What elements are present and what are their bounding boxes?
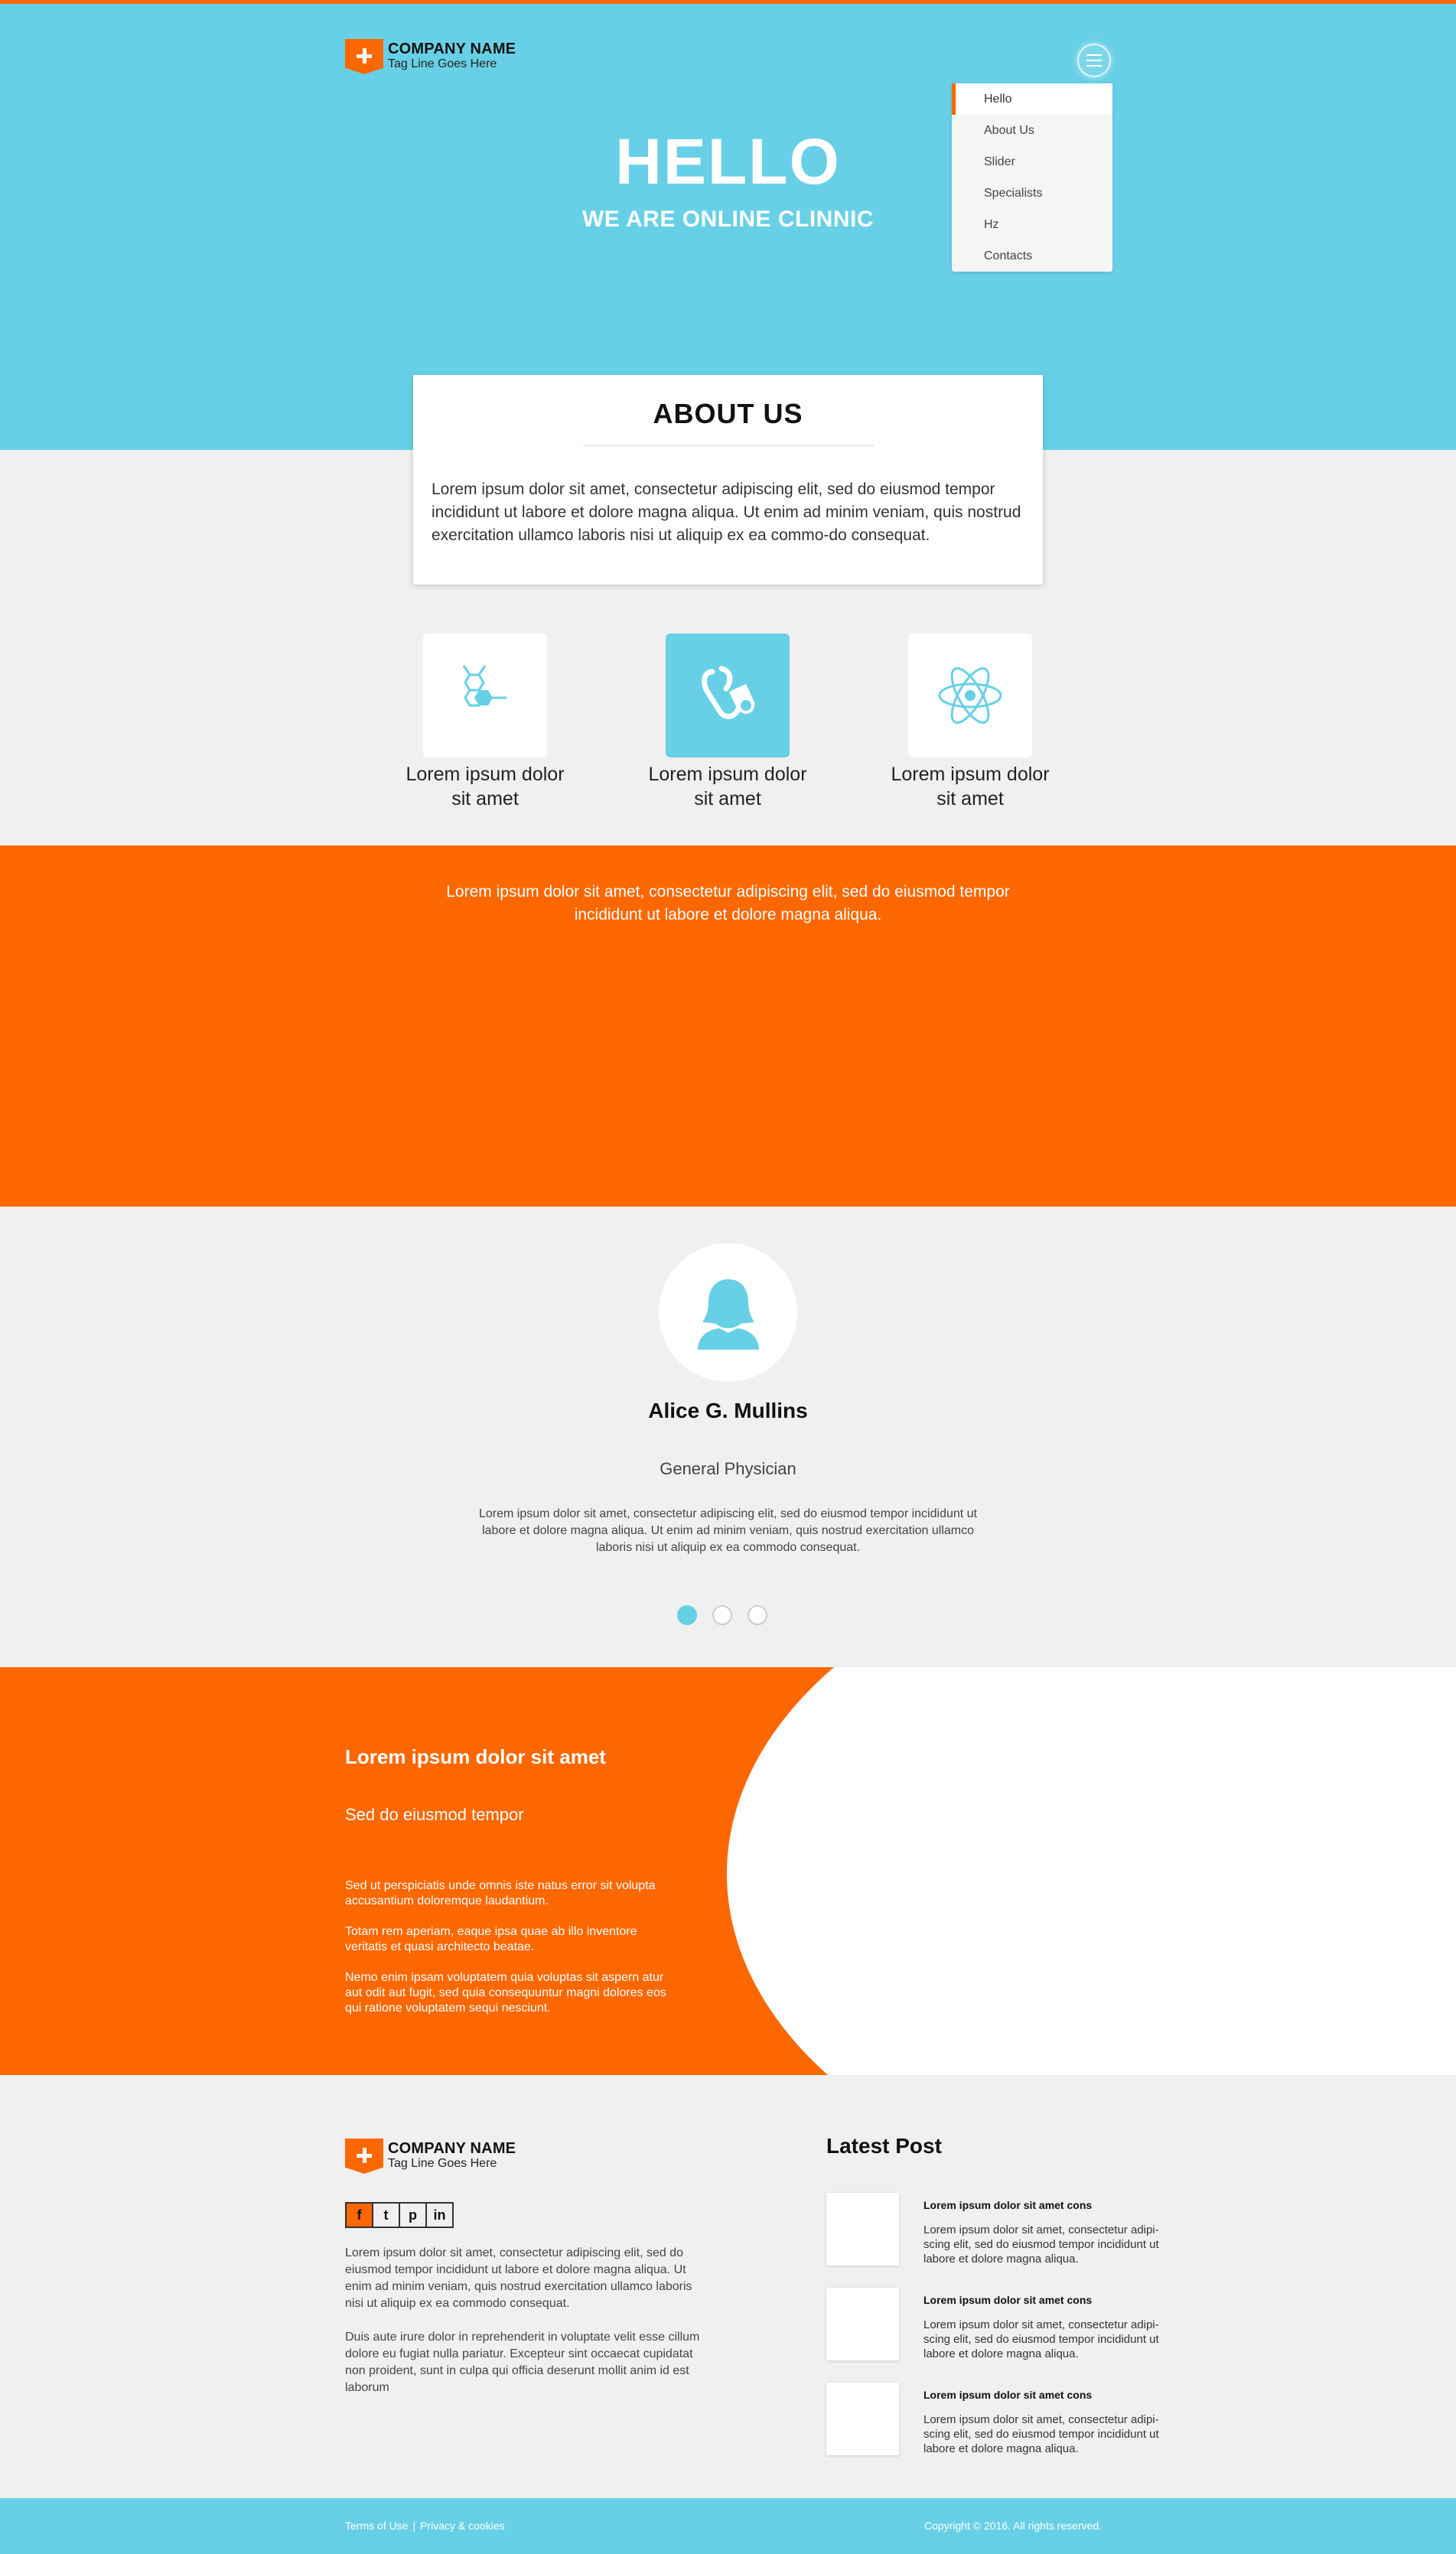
split-paragraph: Sed ut perspiciatis unde omnis iste natu… (345, 1879, 656, 1907)
hamburger-icon-bar (1086, 60, 1102, 61)
hamburger-icon-bar (1086, 65, 1102, 67)
medical-cross-icon (345, 2139, 383, 2174)
link-separator: | (412, 2520, 416, 2532)
feature-item[interactable]: Lorem ipsum dolor sit amet (882, 634, 1058, 811)
footer-logo[interactable]: COMPANY NAME Tag Line Goes Here (345, 2139, 516, 2174)
feature-label: Lorem ipsum dolor sit amet (648, 764, 807, 810)
specialist-name: Alice G. Mullins (648, 1399, 808, 1422)
slider-dot[interactable] (748, 1605, 767, 1625)
about-us-card: ABOUT US Lorem ipsum dolor sit amet, con… (413, 375, 1043, 585)
latest-post-item[interactable]: Lorem ipsum dolor sit amet cons Lorem ip… (826, 2288, 1163, 2360)
post-excerpt: Lorem ipsum dolor sit amet, consectetur … (923, 2318, 1159, 2360)
split-subtitle: Sed do eiusmod tempor (345, 1805, 524, 1824)
medical-cross-icon (345, 39, 383, 74)
avatar (659, 1243, 797, 1382)
feature-label: Lorem ipsum dolor sit amet (891, 764, 1050, 810)
stethoscope-icon (666, 634, 790, 757)
about-us-text: Lorem ipsum dolor sit amet, consectetur … (432, 481, 1021, 544)
specialist-bio: Lorem ipsum dolor sit amet, consectetur … (479, 1507, 977, 1554)
twitter-icon[interactable]: t (372, 2202, 400, 2228)
footer-paragraph: Duis aute irure dolor in reprehenderit i… (345, 2331, 700, 2394)
social-links: f t p in (345, 2202, 454, 2228)
logo-text: COMPANY NAME Tag Line Goes Here (388, 39, 516, 71)
latest-post-item[interactable]: Lorem ipsum dolor sit amet cons Lorem ip… (826, 2193, 1163, 2266)
post-thumbnail[interactable] (826, 2193, 899, 2266)
slider-dot[interactable] (677, 1605, 697, 1625)
split-paragraph: Totam rem aperiam, eaque ipsa quae ab il… (345, 1925, 637, 1953)
post-title[interactable]: Lorem ipsum dolor sit amet cons (923, 2389, 1092, 2401)
company-tagline: Tag Line Goes Here (388, 2157, 497, 2170)
latest-post-item[interactable]: Lorem ipsum dolor sit amet cons Lorem ip… (826, 2383, 1163, 2455)
legal-links: Terms of Use | Privacy & cookies (345, 2520, 505, 2532)
hero-subtitle: WE ARE ONLINE CLINNIC (581, 207, 875, 232)
copyright-text: Copyright © 2016. All rights reserved. (924, 2520, 1103, 2532)
feature-item[interactable]: Lorem ipsum dolor sit amet (640, 634, 816, 811)
split-paragraph: Nemo enim ipsam voluptatem quia voluptas… (345, 1971, 666, 2015)
footer-paragraph: Lorem ipsum dolor sit amet, consectetur … (345, 2246, 692, 2310)
split-section: Lorem ipsum dolor sit amet Sed do eiusmo… (0, 1667, 1456, 2075)
bottom-bar: Terms of Use | Privacy & cookies Copyright… (0, 2498, 1456, 2554)
orange-band: Lorem ipsum dolor sit amet, consectetur … (0, 845, 1456, 1207)
slider-dot[interactable] (712, 1605, 732, 1625)
company-tagline: Tag Line Goes Here (388, 57, 497, 70)
split-paragraphs: Sed ut perspiciatis unde omnis iste natu… (345, 1878, 682, 2031)
hero-title: HELLO (615, 125, 841, 197)
privacy-link[interactable]: Privacy & cookies (420, 2520, 504, 2532)
split-title: Lorem ipsum dolor sit amet (345, 1745, 606, 1768)
post-thumbnail[interactable] (826, 2288, 899, 2360)
about-us-title: ABOUT US (653, 398, 803, 429)
nav-item-contacts[interactable]: Contacts (952, 240, 1112, 272)
menu-toggle-button[interactable] (1077, 44, 1111, 77)
female-user-icon (697, 1279, 759, 1350)
post-thumbnail[interactable] (826, 2383, 899, 2455)
band-text: Lorem ipsum dolor sit amet, consectetur … (446, 883, 1010, 924)
nav-item-hello[interactable]: Hello (952, 83, 1112, 115)
post-title[interactable]: Lorem ipsum dolor sit amet cons (923, 2294, 1092, 2306)
post-excerpt: Lorem ipsum dolor sit amet, consectetur … (923, 2223, 1159, 2266)
company-name: COMPANY NAME (388, 41, 516, 57)
terms-link[interactable]: Terms of Use (345, 2520, 408, 2532)
feature-item[interactable]: Lorem ipsum dolor sit amet (397, 634, 573, 811)
post-excerpt: Lorem ipsum dolor sit amet, consectetur … (923, 2413, 1159, 2455)
hamburger-icon-bar (1086, 54, 1102, 56)
white-circle-panel (727, 1667, 1456, 2075)
footer-about-text: Lorem ipsum dolor sit amet, consectetur … (345, 2245, 705, 2413)
facebook-icon[interactable]: f (345, 2202, 373, 2228)
atom-icon (908, 634, 1032, 757)
molecule-icon (423, 634, 547, 757)
linkedin-icon[interactable]: in (425, 2202, 454, 2228)
specialist-role: General Physician (660, 1459, 796, 1478)
post-title[interactable]: Lorem ipsum dolor sit amet cons (923, 2199, 1092, 2211)
header-logo[interactable]: COMPANY NAME Tag Line Goes Here (345, 39, 516, 74)
feature-label: Lorem ipsum dolor sit amet (406, 764, 565, 810)
pinterest-icon[interactable]: p (399, 2202, 427, 2228)
latest-post-title: Latest Post (826, 2134, 942, 2158)
slider-pagination (677, 1605, 767, 1625)
logo-text: COMPANY NAME Tag Line Goes Here (388, 2139, 516, 2171)
company-name: COMPANY NAME (388, 2140, 516, 2157)
